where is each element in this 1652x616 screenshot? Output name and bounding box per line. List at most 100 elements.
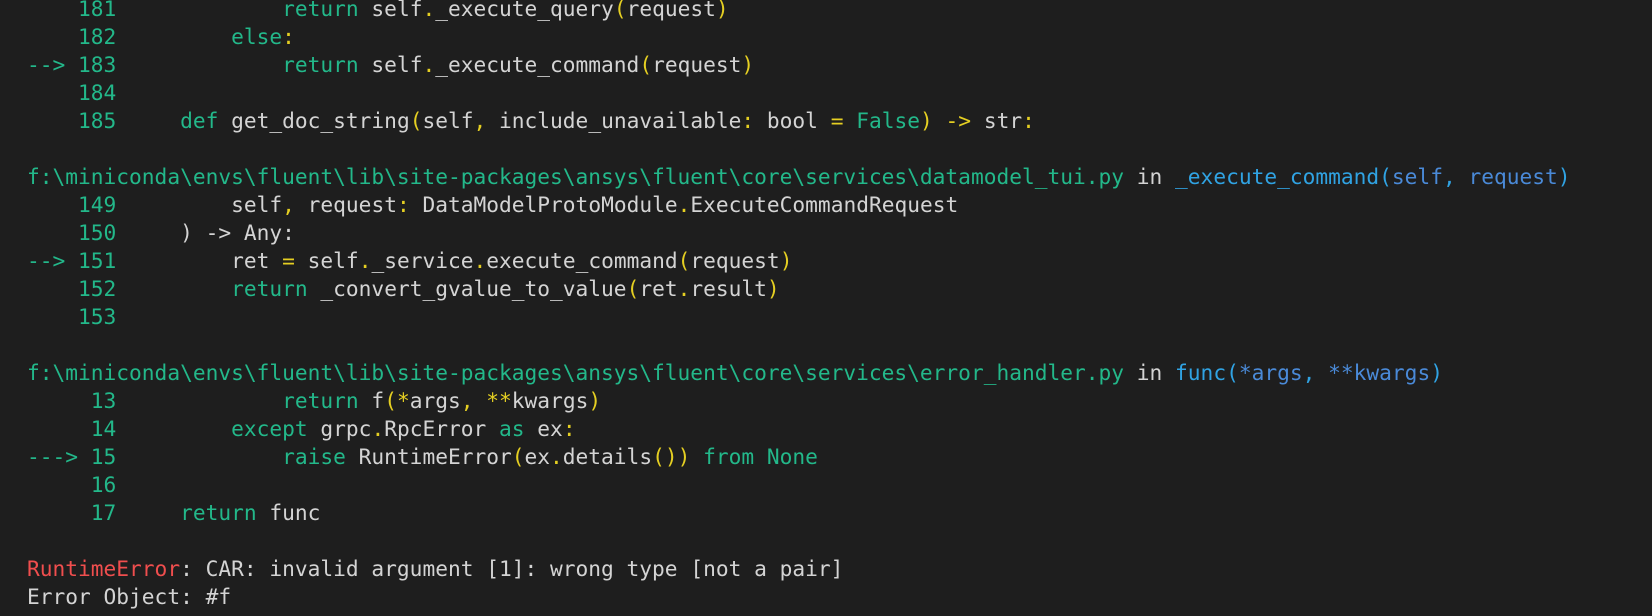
code-token: 17 bbox=[27, 500, 181, 525]
code-token: result bbox=[690, 276, 767, 301]
code-token: ( bbox=[384, 388, 397, 413]
code-token: . bbox=[677, 276, 691, 301]
code-token: return bbox=[231, 276, 308, 301]
code-token: self bbox=[358, 0, 423, 21]
code-token: in bbox=[1124, 360, 1176, 385]
traceback-line bbox=[27, 527, 1571, 555]
code-token: 184 bbox=[27, 80, 117, 105]
code-token: else bbox=[231, 24, 283, 49]
code-token: 13 bbox=[27, 388, 283, 413]
code-token: kwargs bbox=[511, 388, 589, 413]
code-token: request bbox=[626, 0, 716, 21]
code-token: . bbox=[422, 0, 436, 21]
code-token: execute_command bbox=[486, 248, 678, 273]
code-token: ** bbox=[473, 388, 512, 413]
code-token: _execute_query bbox=[435, 0, 614, 21]
traceback-line: 184 bbox=[27, 79, 1571, 107]
code-token: include_unavailable bbox=[486, 108, 742, 133]
traceback-line: --> 183 return self._execute_command(req… bbox=[27, 51, 1571, 79]
code-token: . bbox=[550, 444, 563, 469]
code-token: f:\miniconda\envs\fluent\lib\site-packag… bbox=[27, 164, 1125, 189]
code-token: self bbox=[231, 192, 283, 217]
code-token: False bbox=[843, 108, 921, 133]
code-token: ) bbox=[779, 248, 793, 273]
code-token: , bbox=[473, 108, 487, 133]
code-token: ExecuteCommandRequest bbox=[690, 192, 959, 217]
code-token: ( bbox=[639, 52, 653, 77]
code-token: except bbox=[231, 416, 308, 441]
code-token: self bbox=[358, 52, 423, 77]
code-token: Any bbox=[231, 220, 283, 245]
code-token: : bbox=[282, 220, 295, 245]
code-token: _execute_command bbox=[435, 52, 640, 77]
code-token: . bbox=[677, 192, 691, 217]
code-token: --> 151 bbox=[27, 248, 232, 273]
traceback-line: f:\miniconda\envs\fluent\lib\site-packag… bbox=[27, 359, 1571, 387]
code-token: . bbox=[422, 52, 436, 77]
traceback-line: f:\miniconda\envs\fluent\lib\site-packag… bbox=[27, 163, 1571, 191]
code-token: bool bbox=[754, 108, 831, 133]
code-token: 152 bbox=[27, 276, 232, 301]
traceback-line: 13 return f(*args, **kwargs) bbox=[27, 387, 1571, 415]
traceback-line bbox=[27, 135, 1571, 163]
code-token: , bbox=[1302, 360, 1316, 385]
traceback-line: 17 return func bbox=[27, 499, 1571, 527]
code-token: *args bbox=[1238, 360, 1303, 385]
traceback-output: 181 return self._execute_query(request) … bbox=[27, 0, 1571, 611]
code-token: ( bbox=[1226, 360, 1239, 385]
code-token: ex bbox=[524, 416, 563, 441]
code-token: 16 bbox=[27, 472, 117, 497]
code-token: request bbox=[690, 248, 780, 273]
code-token: . bbox=[358, 248, 372, 273]
traceback-line: 16 bbox=[27, 471, 1571, 499]
code-token: grpc bbox=[307, 416, 372, 441]
code-token: from bbox=[690, 444, 755, 469]
code-token: ()) bbox=[652, 444, 691, 469]
code-token: ex bbox=[524, 444, 551, 469]
traceback-line: 150 ) -> Any: bbox=[27, 219, 1571, 247]
traceback-line: 14 except grpc.RpcError as ex: bbox=[27, 415, 1571, 443]
code-token: , bbox=[282, 192, 295, 217]
traceback-line: 182 else: bbox=[27, 23, 1571, 51]
code-token: Error Object: #f bbox=[27, 584, 232, 609]
code-token: **kwargs bbox=[1315, 360, 1431, 385]
code-token: ( bbox=[613, 0, 627, 21]
code-token: return bbox=[282, 0, 359, 21]
code-token: * bbox=[396, 388, 410, 413]
code-token: raise bbox=[282, 444, 346, 469]
traceback-line: 152 return _convert_gvalue_to_value(ret.… bbox=[27, 275, 1571, 303]
code-token: return bbox=[282, 388, 359, 413]
traceback-line bbox=[27, 331, 1571, 359]
traceback-line: 185 def get_doc_string(self, include_una… bbox=[27, 107, 1571, 135]
code-token: as bbox=[499, 416, 525, 441]
code-token: ( bbox=[626, 276, 640, 301]
traceback-line: RuntimeError: CAR: invalid argument [1]:… bbox=[27, 555, 1571, 583]
code-token: request bbox=[294, 192, 397, 217]
code-token: args bbox=[409, 388, 461, 413]
code-token: 185 bbox=[27, 108, 181, 133]
code-token: ret bbox=[639, 276, 678, 301]
code-token: = bbox=[830, 108, 844, 133]
code-token: return bbox=[180, 500, 257, 525]
code-token: RpcError bbox=[384, 416, 500, 441]
code-token: 181 bbox=[27, 0, 283, 21]
code-token: ) bbox=[180, 220, 193, 245]
code-token: ) bbox=[741, 52, 755, 77]
code-token: def bbox=[180, 108, 219, 133]
code-token: 182 bbox=[27, 24, 232, 49]
code-token: _execute_command bbox=[1175, 164, 1380, 189]
code-token: 153 bbox=[27, 304, 117, 329]
code-token: : bbox=[741, 108, 755, 133]
code-token: _convert_gvalue_to_value bbox=[307, 276, 627, 301]
code-token: : bbox=[1022, 108, 1035, 133]
code-token: , bbox=[1442, 164, 1456, 189]
code-token: f:\miniconda\envs\fluent\lib\site-packag… bbox=[27, 360, 1125, 385]
traceback-line: 149 self, request: DataModelProtoModule.… bbox=[27, 191, 1571, 219]
code-token: . bbox=[371, 416, 385, 441]
traceback-line: --> 151 ret = self._service.execute_comm… bbox=[27, 247, 1571, 275]
code-token: ) bbox=[715, 0, 729, 21]
code-token: ret bbox=[231, 248, 283, 273]
code-token: RuntimeError bbox=[27, 556, 181, 581]
code-token: f bbox=[358, 388, 385, 413]
code-token: ( bbox=[511, 444, 525, 469]
